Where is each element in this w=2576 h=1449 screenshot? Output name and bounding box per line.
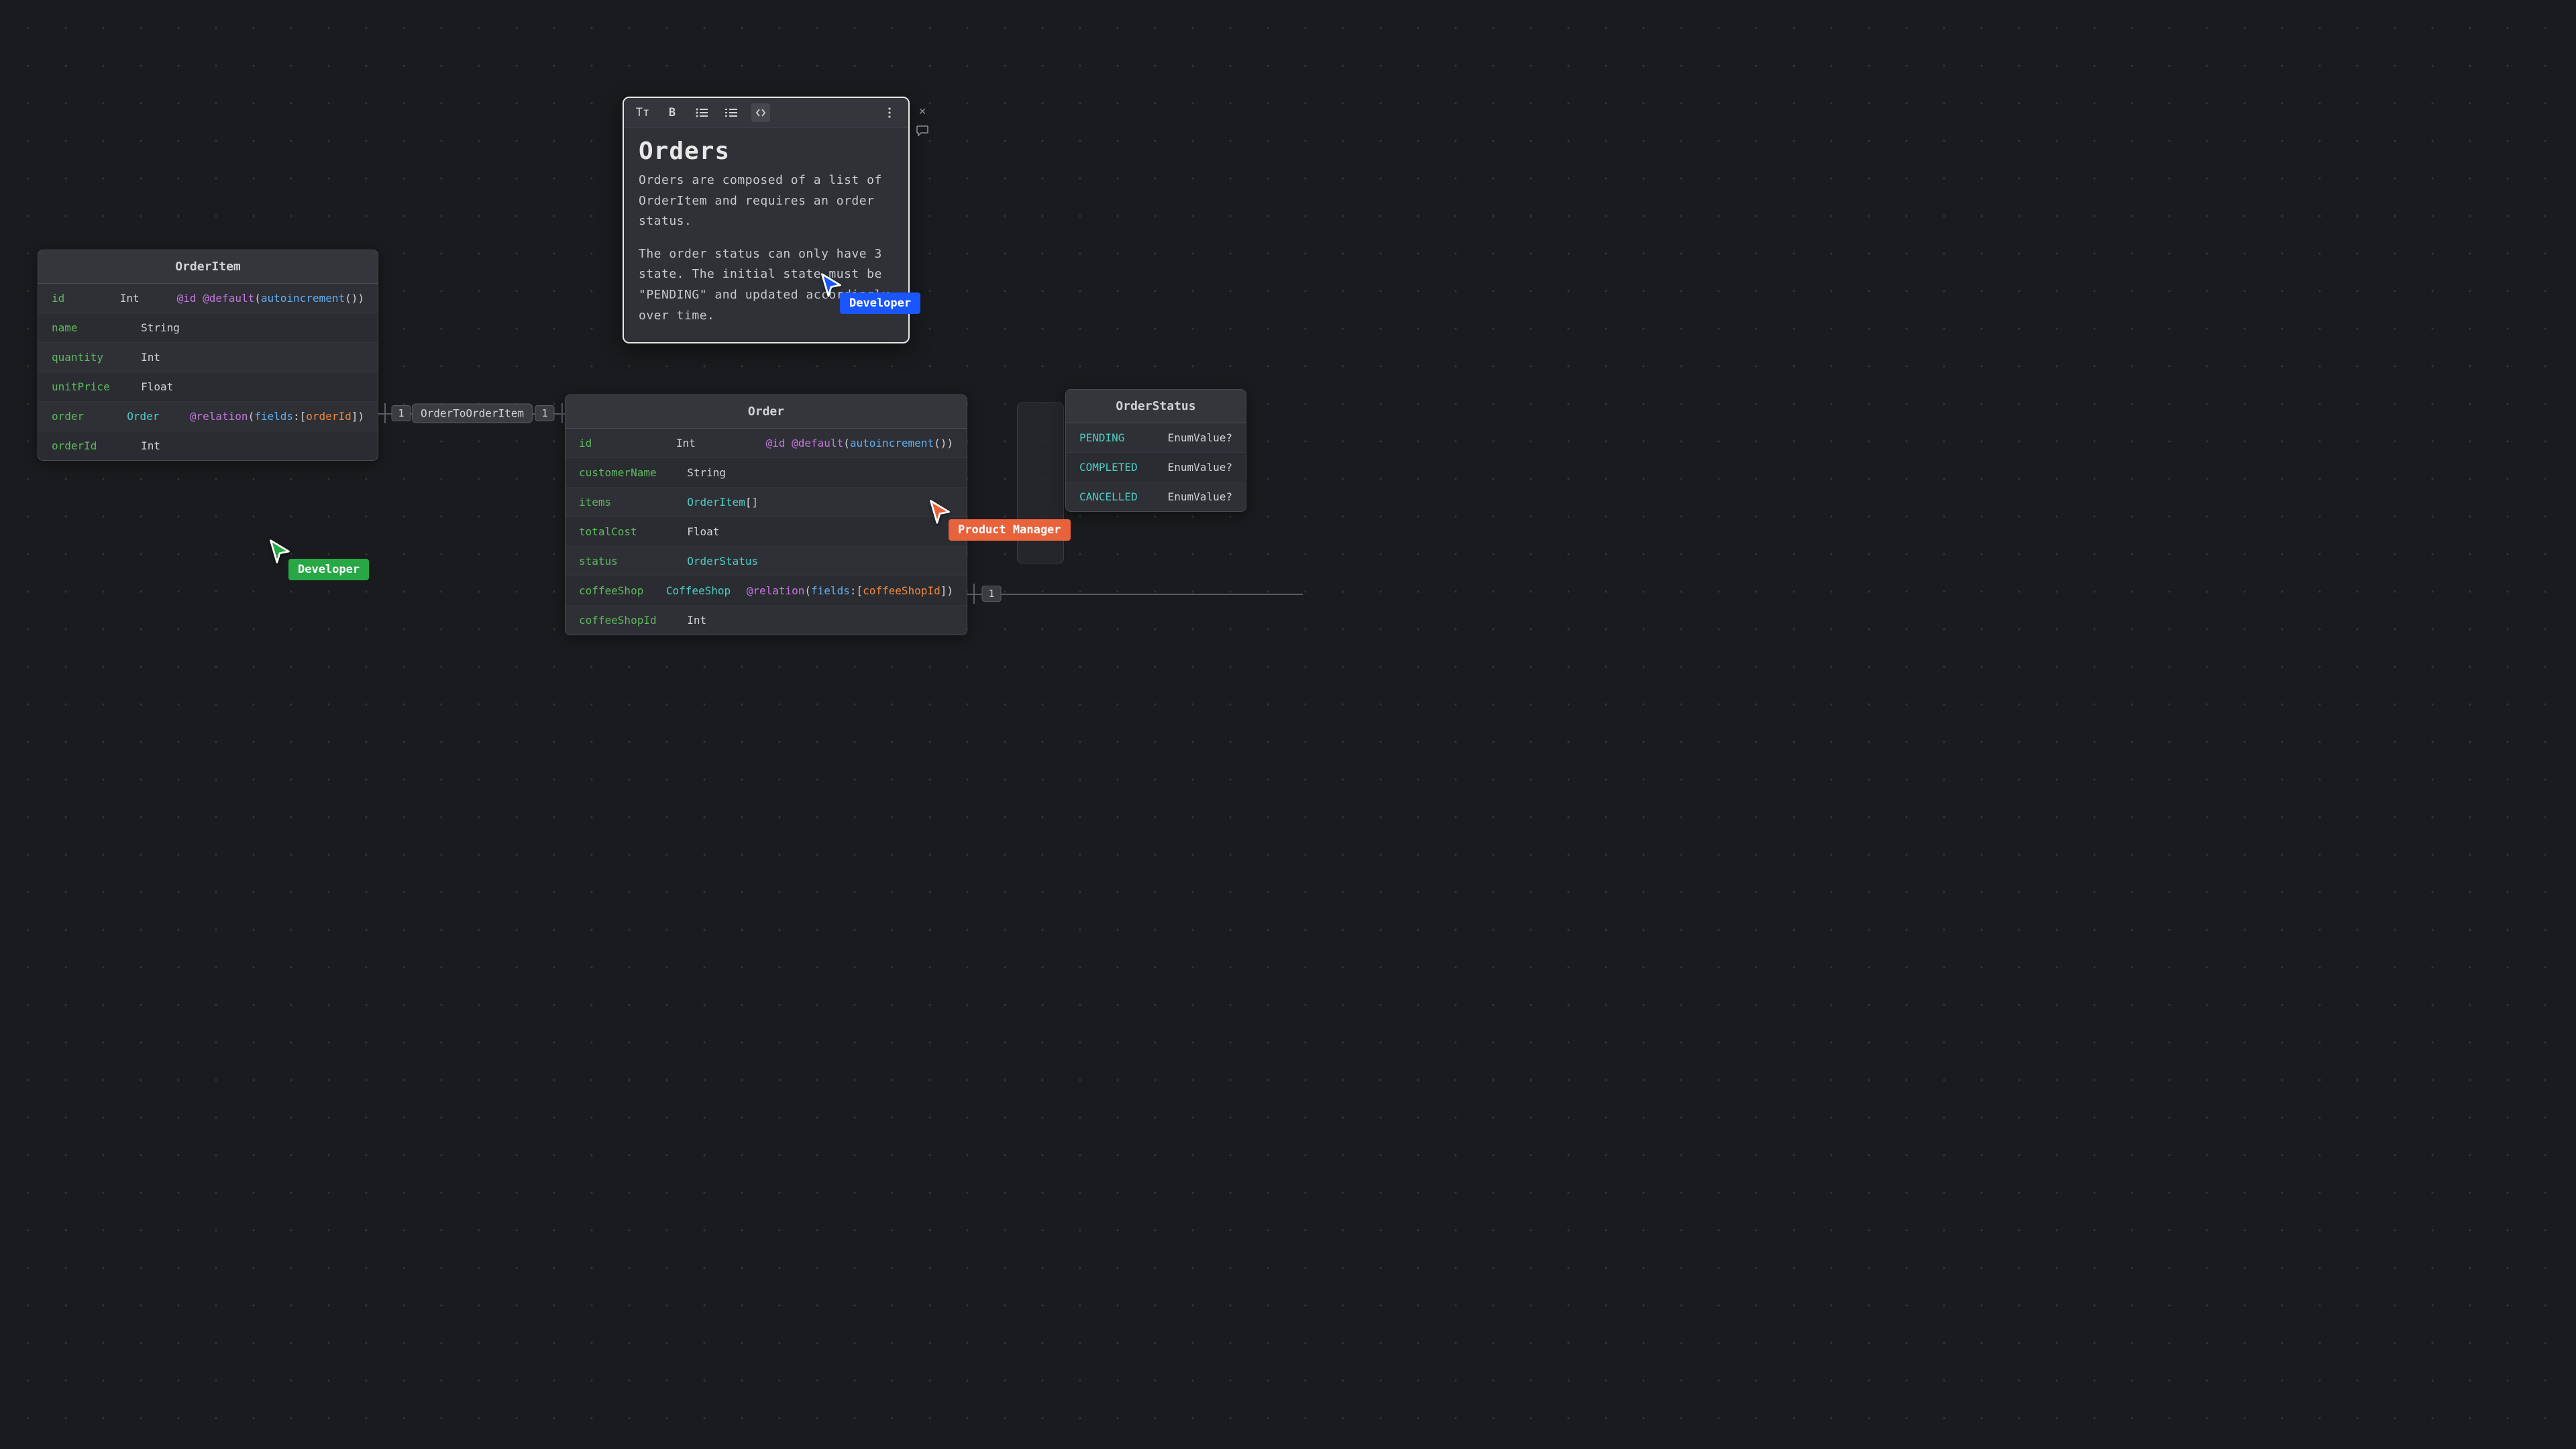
enum-row[interactable]: CANCELLED EnumValue? [1066,482,1246,511]
field-name: status [579,555,687,568]
field-attr: @id @default(autoincrement()) [766,437,953,449]
field-name: totalCost [579,525,687,538]
presence-cursor-developer-green: Developer [268,539,291,567]
note-body[interactable]: Orders Orders are composed of a list of … [624,128,908,342]
field-type: OrderItem[] [687,496,787,508]
enum-type: EnumValue? [1168,490,1232,503]
field-row[interactable]: totalCost Float [566,517,967,547]
field-attr: @relation(fields:[coffeeShopId]) [747,584,953,597]
field-name: id [579,437,676,449]
field-attr: @id @default(autoincrement()) [177,292,364,305]
field-row[interactable]: id Int @id @default(autoincrement()) [566,429,967,458]
field-type: OrderStatus [687,555,787,568]
relation-cardinality-left: 1 [391,405,411,421]
field-row[interactable]: name String [38,313,378,343]
entity-ghost[interactable] [1017,402,1064,564]
field-name: unitPrice [52,380,141,393]
enum-row[interactable]: PENDING EnumValue? [1066,423,1246,453]
entity-order[interactable]: Order id Int @id @default(autoincrement(… [565,394,967,635]
enum-type: EnumValue? [1168,461,1232,474]
entity-title: Order [566,395,967,429]
relation-label[interactable]: OrderToOrderItem [412,404,533,423]
numbered-list-button[interactable] [722,103,741,122]
field-row[interactable]: status OrderStatus [566,547,967,576]
field-row[interactable]: id Int @id @default(autoincrement()) [38,284,378,313]
close-icon[interactable]: ✕ [915,103,930,118]
field-name: order [52,410,127,423]
bulleted-list-button[interactable] [692,103,711,122]
field-name: orderId [52,439,141,452]
note-paragraph: The order status can only have 3 state. … [639,244,894,326]
canvas[interactable]: OrderItem id Int @id @default(autoincrem… [0,0,2576,1449]
field-type: Int [687,614,787,627]
field-type: String [687,466,787,479]
enum-name: CANCELLED [1079,490,1168,503]
field-row[interactable]: orderId Int [38,431,378,460]
relation-end-tick [384,403,386,423]
relation-end-tick [561,403,563,423]
note-toolbar: Tт B [624,98,908,128]
relation-line [967,594,1303,595]
relation-end-tick [973,584,975,604]
field-name: id [52,292,120,305]
cursor-label: Developer [288,559,369,580]
bold-button[interactable]: B [663,103,682,122]
enum-row[interactable]: COMPLETED EnumValue? [1066,453,1246,482]
field-attr: @relation(fields:[orderId]) [190,410,364,423]
more-options-button[interactable] [880,103,899,122]
field-row[interactable]: items OrderItem[] [566,488,967,517]
field-type: Int [141,439,215,452]
field-type: String [141,321,215,334]
enum-type: EnumValue? [1168,431,1232,444]
field-type: Order [127,410,190,423]
entity-orderstatus[interactable]: OrderStatus PENDING EnumValue? COMPLETED… [1065,389,1246,512]
field-name: coffeeShopId [579,614,687,627]
text-style-button[interactable]: Tт [633,103,652,122]
entity-orderitem[interactable]: OrderItem id Int @id @default(autoincrem… [38,250,378,461]
relation-cardinality: 1 [981,586,1001,602]
field-type: CoffeeShop [666,584,747,597]
field-name: coffeeShop [579,584,666,597]
field-type: Int [120,292,177,305]
field-row[interactable]: coffeeShop CoffeeShop @relation(fields:[… [566,576,967,606]
field-type: Float [141,380,215,393]
entity-title: OrderItem [38,250,378,284]
enum-name: COMPLETED [1079,461,1168,474]
field-type: Float [687,525,787,538]
field-row[interactable]: unitPrice Float [38,372,378,402]
field-type: Int [676,437,766,449]
field-type: Int [141,351,215,364]
entity-title: OrderStatus [1066,390,1246,423]
note-panel[interactable]: Tт B Orders Orders are composed of a lis… [623,97,910,343]
field-row[interactable]: quantity Int [38,343,378,372]
field-row[interactable]: customerName String [566,458,967,488]
enum-name: PENDING [1079,431,1168,444]
field-name: items [579,496,687,508]
field-name: quantity [52,351,141,364]
note-paragraph: Orders are composed of a list of OrderIt… [639,170,894,232]
comment-icon[interactable] [915,123,930,138]
field-row[interactable]: order Order @relation(fields:[orderId]) [38,402,378,431]
code-block-button[interactable] [751,103,770,122]
field-name: customerName [579,466,687,479]
relation-cardinality-right: 1 [535,405,554,421]
note-title: Orders [639,138,894,165]
field-name: name [52,321,141,334]
field-row[interactable]: coffeeShopId Int [566,606,967,635]
